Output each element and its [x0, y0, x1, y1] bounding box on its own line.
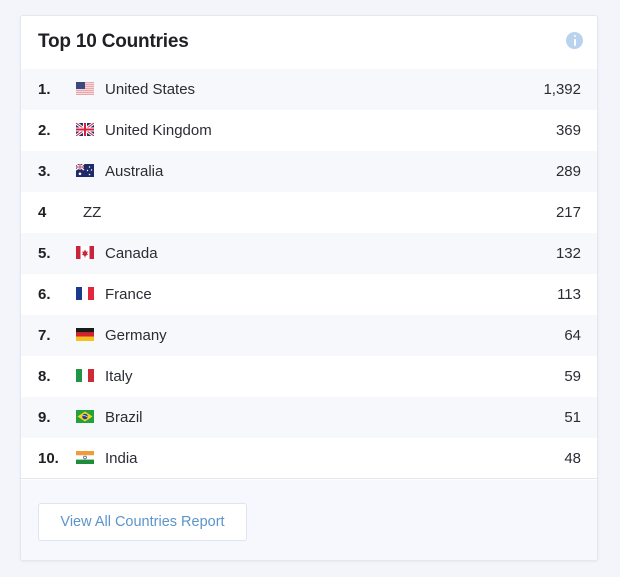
top-countries-card: Top 10 Countries 1. United States 1,392 …: [20, 15, 598, 561]
country-row: 7. Germany 64: [21, 315, 597, 356]
br-flag-icon: [76, 410, 94, 423]
country-rank: 1.: [38, 81, 51, 98]
country-row: 4 ZZ 217: [21, 192, 597, 233]
country-count: 1,392: [543, 81, 581, 98]
country-rank: 4: [38, 204, 47, 221]
it-flag-icon: [76, 369, 94, 382]
country-name: Brazil: [105, 409, 143, 426]
country-count: 51: [564, 409, 581, 426]
country-rank: 6.: [38, 286, 51, 303]
country-count: 64: [564, 327, 581, 344]
ca-flag-icon: [76, 246, 94, 259]
country-name: Canada: [105, 245, 158, 262]
us-flag-icon: [76, 82, 94, 95]
country-name: France: [105, 286, 152, 303]
de-flag-icon: [76, 328, 94, 341]
info-icon[interactable]: [566, 32, 583, 49]
in-flag-icon: [76, 451, 94, 464]
country-rank: 3.: [38, 163, 51, 180]
uk-flag-icon: [76, 123, 94, 136]
countries-list: 1. United States 1,392 2. United Kingdom…: [21, 69, 597, 479]
country-rank: 8.: [38, 368, 51, 385]
country-name: ZZ: [83, 204, 102, 221]
country-rank: 2.: [38, 122, 51, 139]
country-row: 6. France 113: [21, 274, 597, 315]
country-row: 9. Brazil 51: [21, 397, 597, 438]
country-count: 289: [555, 163, 581, 180]
country-name: India: [105, 450, 138, 467]
country-count: 132: [555, 245, 581, 262]
country-count: 59: [564, 368, 581, 385]
country-row: 8. Italy 59: [21, 356, 597, 397]
view-all-countries-report-button[interactable]: View All Countries Report: [38, 503, 247, 541]
country-name: Italy: [105, 368, 133, 385]
au-flag-icon: [76, 164, 94, 177]
country-name: Australia: [105, 163, 164, 180]
country-count: 217: [555, 204, 581, 221]
country-row: 3. Australia 289: [21, 151, 597, 192]
country-row: 1. United States 1,392: [21, 69, 597, 110]
country-rank: 7.: [38, 327, 51, 344]
fr-flag-icon: [76, 287, 94, 300]
card-footer: View All Countries Report: [21, 480, 597, 560]
country-rank: 10.: [38, 450, 59, 467]
country-row: 10. India 48: [21, 438, 597, 479]
card-title: Top 10 Countries: [38, 31, 189, 52]
country-row: 5. Canada 132: [21, 233, 597, 274]
country-count: 369: [555, 122, 581, 139]
country-count: 113: [557, 286, 581, 303]
country-name: Germany: [105, 327, 167, 344]
card-header: Top 10 Countries: [21, 16, 597, 69]
country-name: United States: [105, 81, 196, 98]
country-name: United Kingdom: [105, 122, 212, 139]
country-row: 2. United Kingdom 369: [21, 110, 597, 151]
country-count: 48: [564, 450, 581, 467]
country-rank: 5.: [38, 245, 51, 262]
country-rank: 9.: [38, 409, 51, 426]
